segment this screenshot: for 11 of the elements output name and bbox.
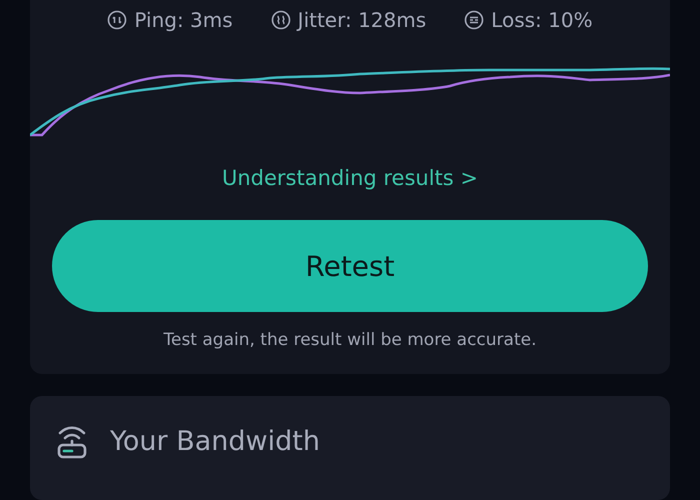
stat-label: Loss: 10% [491,8,593,32]
retest-button[interactable]: Retest [52,220,648,312]
bandwidth-title: Your Bandwidth [110,425,320,459]
stat-label: Jitter: 128ms [298,8,426,32]
understanding-results-link[interactable]: Understanding results > [222,166,478,190]
stat-label: Ping: 3ms [134,8,233,32]
ping-icon [107,10,128,30]
retest-hint: Test again, the result will be more accurate. [163,330,536,350]
jitter-icon [270,10,291,30]
router-icon [56,424,88,460]
loss-icon [464,10,484,30]
